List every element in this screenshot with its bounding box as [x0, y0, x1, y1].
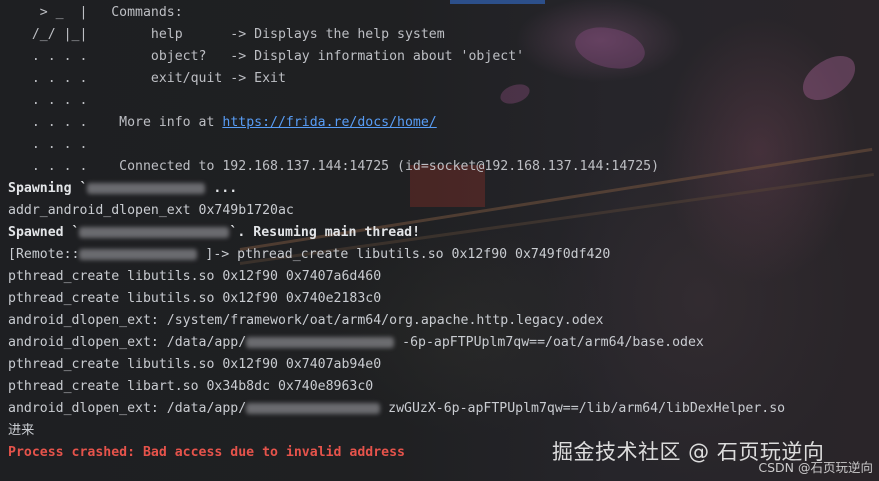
- banner-art: /_/ |_|: [8, 27, 120, 42]
- output-line: pthread_create libutils.so 0x12f90 0x740…: [8, 269, 382, 284]
- banner-line-8: . . . . Connected to 192.168.137.144:147…: [8, 156, 879, 178]
- spawning-ellipsis: ...: [213, 181, 238, 196]
- dlopen-suffix: -6p-apFTPUplm7qw==/oat/arm64/base.odex: [402, 335, 704, 350]
- more-info-text: More info at: [119, 115, 223, 130]
- banner-line-6: . . . . More info at https://frida.re/do…: [8, 112, 879, 134]
- terminal-output[interactable]: > _ | Commands: /_/ |_| help -> Displays…: [8, 2, 879, 464]
- remote-prompt: [Remote::: [8, 247, 80, 262]
- remote-prompt-line: [Remote:: ]-> pthread_create libutils.so…: [8, 244, 879, 266]
- redacted-package-name: [79, 226, 230, 238]
- output-line: pthread_create libart.so 0x34b8dc 0x740e…: [8, 379, 374, 394]
- output-line: android_dlopen_ext: /data/app/ -6p-apFTP…: [8, 332, 879, 354]
- prompt-command-output: ]-> pthread_create libutils.so 0x12f90 0…: [197, 247, 611, 262]
- frida-docs-link[interactable]: https://frida.re/docs/home/: [222, 115, 436, 130]
- redacted-package-name: [87, 182, 206, 194]
- resuming-text: `. Resuming main thread!: [229, 225, 421, 240]
- output-line: pthread_create libutils.so 0x12f90 0x740…: [8, 357, 382, 372]
- banner-art: . . . .: [8, 49, 120, 64]
- spawning-text: Spawning `: [8, 181, 88, 196]
- spawning-line: Spawning ` ...: [8, 178, 879, 200]
- connection-status: Connected to 192.168.137.144:14725 (id=s…: [119, 159, 660, 174]
- output-line: pthread_create libutils.so 0x12f90 0x740…: [8, 291, 382, 306]
- output-line: addr_android_dlopen_ext 0x749b1720ac: [8, 203, 294, 218]
- spawned-text: Spawned `: [8, 225, 80, 240]
- banner-art: . . . .: [8, 93, 120, 108]
- banner-line-1: > _ | Commands:: [8, 2, 879, 24]
- banner-art: . . . .: [8, 137, 120, 152]
- banner-art: > _ |: [8, 5, 112, 20]
- commands-header: Commands:: [111, 5, 183, 20]
- banner-line-2: /_/ |_| help -> Displays the help system: [8, 24, 879, 46]
- help-command-description: help -> Displays the help system: [119, 27, 445, 42]
- output-line: android_dlopen_ext: /data/app/ zwGUzX-6p…: [8, 398, 879, 420]
- banner-art: . . . .: [8, 159, 120, 174]
- banner-line-3: . . . . object? -> Display information a…: [8, 46, 879, 68]
- banner-line-4: . . . . exit/quit -> Exit: [8, 68, 879, 90]
- dlopen-prefix: android_dlopen_ext: /data/app/: [8, 401, 247, 416]
- redacted-app-path: [246, 336, 395, 348]
- banner-line-5: . . . .: [8, 90, 879, 112]
- redacted-app-path: [246, 402, 381, 414]
- csdn-watermark: CSDN @石页玩逆向: [758, 460, 873, 475]
- object-command-description: object? -> Display information about 'ob…: [119, 49, 525, 64]
- exit-command-description: exit/quit -> Exit: [119, 71, 286, 86]
- output-line: android_dlopen_ext: /system/framework/oa…: [8, 313, 604, 328]
- banner-line-7: . . . .: [8, 134, 879, 156]
- dlopen-suffix: zwGUzX-6p-apFTPUplm7qw==/lib/arm64/libDe…: [388, 401, 786, 416]
- dlopen-prefix: android_dlopen_ext: /data/app/: [8, 335, 247, 350]
- banner-art: . . . .: [8, 115, 120, 130]
- spawned-line: Spawned ` `. Resuming main thread!: [8, 222, 879, 244]
- redacted-device-name: [79, 248, 198, 260]
- banner-art: . . . .: [8, 71, 120, 86]
